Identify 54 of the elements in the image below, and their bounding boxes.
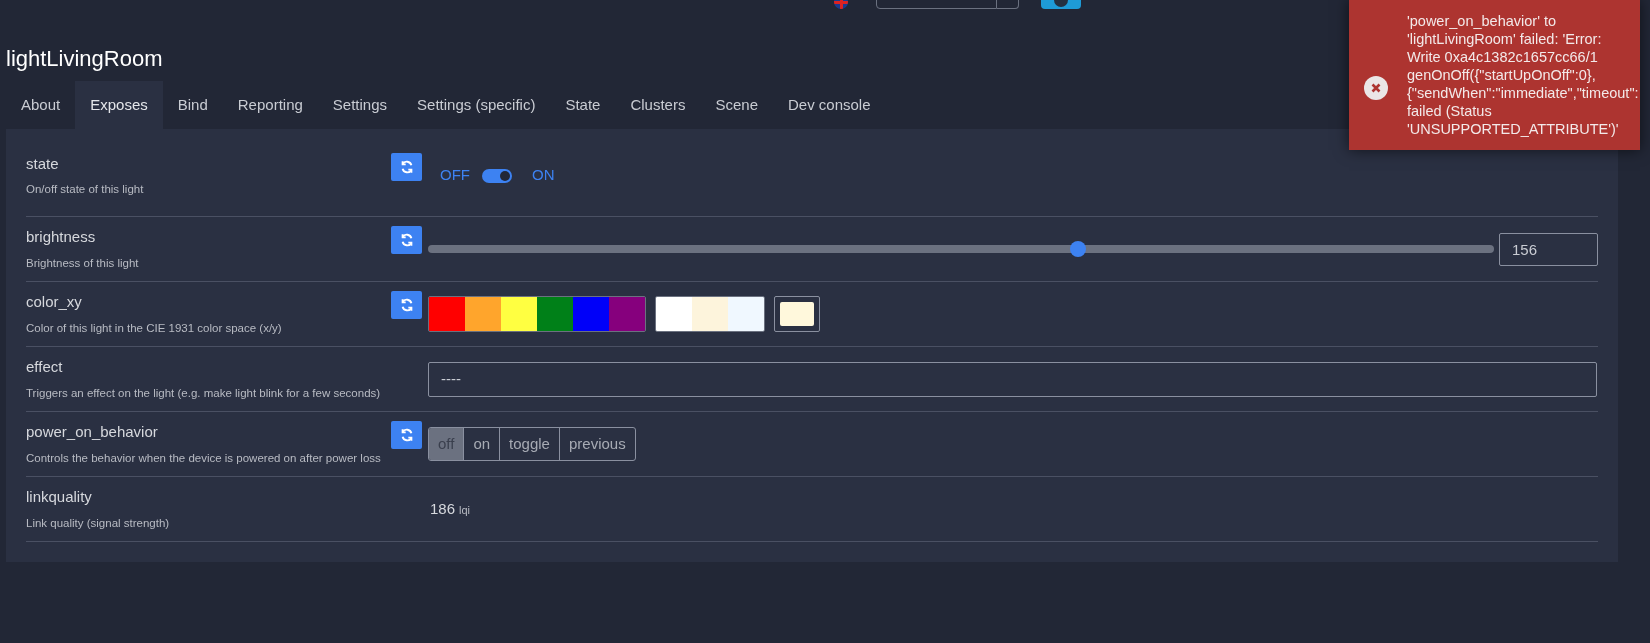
refresh-button[interactable] — [391, 152, 422, 181]
refresh-icon — [399, 428, 414, 443]
expose-description: Controls the behavior when the device is powered on after power loss — [26, 450, 381, 466]
color-swatch[interactable] — [728, 297, 764, 331]
tab[interactable]: State — [550, 81, 616, 129]
expose-name: power_on_behavior — [26, 422, 159, 443]
error-icon — [1364, 76, 1388, 100]
tab[interactable]: About — [6, 81, 76, 129]
refresh-button[interactable] — [391, 291, 422, 320]
tab[interactable]: Dev console — [773, 81, 886, 129]
expose-name: state — [26, 153, 60, 174]
refresh-button[interactable] — [391, 226, 422, 255]
refresh-button[interactable] — [391, 421, 422, 450]
effect-dropdown[interactable]: ---- — [428, 361, 1597, 397]
on-label: ON — [532, 165, 555, 186]
tab[interactable]: Exposes — [75, 81, 163, 129]
expose-name: color_xy — [26, 292, 83, 313]
expose-name: brightness — [26, 227, 97, 248]
expose-description: On/off state of this light — [26, 182, 144, 198]
color-swatch[interactable] — [573, 297, 609, 331]
tab[interactable]: Bind — [162, 81, 223, 129]
expose-description: Color of this light in the CIE 1931 color space (x/y) — [26, 320, 282, 336]
color-swatch[interactable] — [429, 297, 465, 331]
option-button[interactable]: on — [463, 428, 500, 460]
color-swatch[interactable] — [501, 297, 537, 331]
unit-text: lqi — [459, 502, 471, 518]
off-label: OFF — [440, 165, 470, 186]
refresh-icon — [399, 159, 414, 174]
expose-description: Brightness of this light — [26, 255, 139, 271]
device-title: lightLivingRoom — [6, 45, 163, 73]
refresh-icon — [399, 233, 414, 248]
expose-description: Triggers an effect on the light (e.g. make light blink for a few seconds) — [26, 385, 381, 401]
option-button[interactable]: previous — [558, 428, 635, 460]
number-field[interactable]: 156 — [1499, 232, 1598, 266]
expose-name: linkquality — [26, 487, 93, 508]
tab[interactable]: Settings (specific) — [402, 81, 551, 129]
color-swatch[interactable] — [465, 297, 501, 331]
color-picker[interactable] — [774, 296, 820, 332]
color-swatch[interactable] — [609, 297, 645, 331]
slider-thumb[interactable] — [1070, 241, 1087, 257]
expose-name: effect — [26, 357, 64, 378]
color-swatch[interactable] — [537, 297, 573, 331]
tab[interactable]: Settings — [317, 81, 403, 129]
tab[interactable]: Clusters — [615, 81, 701, 129]
tab[interactable]: Scene — [700, 81, 773, 129]
refresh-icon — [399, 298, 414, 313]
color-swatch[interactable] — [692, 297, 728, 331]
value-text: 186 — [430, 498, 456, 519]
error-message: 'power_on_behavior' to 'lightLivingRoom' failed: 'Error: Write 0xa4c1382c1657cc66/1 genOnOff({"startUpOnOff":0}, {"sendWhen":"immediate","timeout": failed (Status 'UNSUPPORTED_ATTRIBUTE')' — [1407, 12, 1639, 138]
toggle-switch[interactable] — [482, 168, 512, 183]
tab[interactable]: Reporting — [222, 81, 318, 129]
option-button[interactable]: toggle — [499, 428, 559, 460]
expose-description: Link quality (signal strength) — [26, 515, 170, 531]
color-swatch[interactable] — [656, 297, 692, 331]
